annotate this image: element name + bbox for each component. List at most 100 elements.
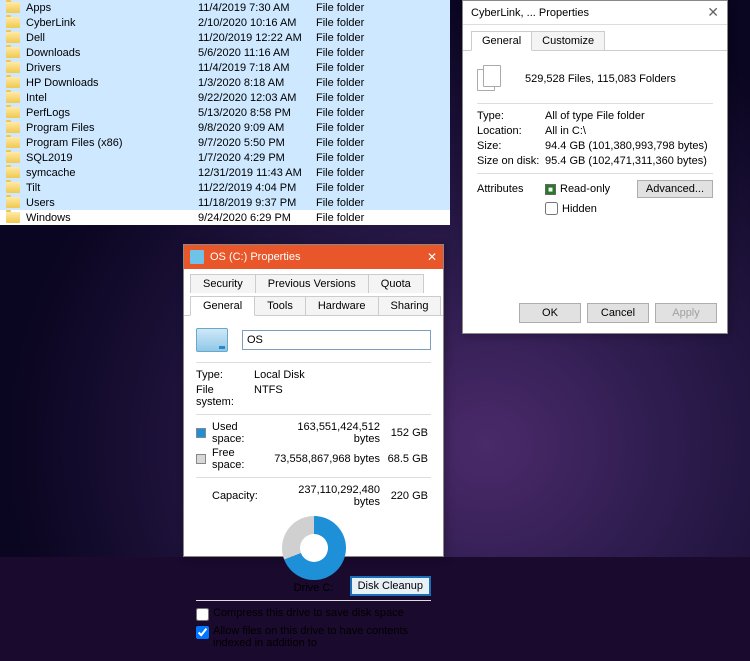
usage-pie-chart (282, 516, 346, 580)
file-name: Tilt (26, 182, 198, 194)
size-on-disk-value: 95.4 GB (102,471,311,360 bytes) (545, 155, 707, 167)
folder-icon (6, 137, 20, 148)
table-row[interactable]: Intel9/22/2020 12:03 AMFile folder (0, 90, 450, 105)
folder-icon (6, 92, 20, 103)
file-date: 11/4/2019 7:30 AM (198, 2, 316, 14)
size-value: 94.4 GB (101,380,993,798 bytes) (545, 140, 708, 152)
attributes-label: Attributes (477, 183, 545, 195)
folder-icon (6, 47, 20, 58)
file-name: Intel (26, 92, 198, 104)
file-name: Program Files (26, 122, 198, 134)
folder-icon (6, 32, 20, 43)
file-type: File folder (316, 32, 450, 44)
used-label: Used space: (212, 421, 270, 445)
file-name: symcache (26, 167, 198, 179)
compress-checkbox[interactable]: Compress this drive to save disk space (196, 607, 431, 621)
file-type: File folder (316, 137, 450, 149)
file-name: Users (26, 197, 198, 209)
tab-general[interactable]: General (190, 296, 255, 316)
table-row[interactable]: SQL20191/7/2020 4:29 PMFile folder (0, 150, 450, 165)
free-label: Free space: (212, 447, 270, 471)
used-swatch (196, 428, 206, 438)
table-row[interactable]: Windows9/24/2020 6:29 PMFile folder (0, 210, 450, 225)
titlebar[interactable]: CyberLink, ... Properties ✕ (463, 1, 727, 25)
file-name: Drivers (26, 62, 198, 74)
folder-icon (6, 212, 20, 223)
close-icon[interactable]: ✕ (427, 250, 437, 264)
size-on-disk-label: Size on disk: (477, 155, 545, 167)
file-type: File folder (316, 197, 450, 209)
fs-label: File system: (196, 384, 254, 408)
table-row[interactable]: Drivers11/4/2019 7:18 AMFile folder (0, 60, 450, 75)
table-row[interactable]: PerfLogs5/13/2020 8:58 PMFile folder (0, 105, 450, 120)
file-date: 11/20/2019 12:22 AM (198, 32, 316, 44)
tab-general[interactable]: General (471, 31, 532, 51)
location-value: All in C:\ (545, 125, 586, 137)
tab-hardware[interactable]: Hardware (305, 296, 379, 315)
close-icon[interactable]: ✕ (707, 4, 719, 21)
folder-icon (6, 152, 20, 163)
file-name: Dell (26, 32, 198, 44)
file-explorer-list[interactable]: Apps11/4/2019 7:30 AMFile folderCyberLin… (0, 0, 450, 225)
ok-button[interactable]: OK (519, 303, 581, 323)
location-label: Location: (477, 125, 545, 137)
folder-properties-dialog: CyberLink, ... Properties ✕ General Cust… (462, 0, 728, 334)
folder-icon (6, 182, 20, 193)
file-type: File folder (316, 107, 450, 119)
hidden-checkbox[interactable]: Hidden (545, 202, 713, 215)
tabs-row-2: General Tools Hardware Sharing (184, 292, 443, 316)
file-name: Windows (26, 212, 198, 224)
file-date: 5/13/2020 8:58 PM (198, 107, 316, 119)
tab-previous-versions[interactable]: Previous Versions (255, 274, 369, 293)
type-value: Local Disk (254, 369, 305, 381)
folder-icon (6, 197, 20, 208)
advanced-button[interactable]: Advanced... (637, 180, 713, 198)
table-row[interactable]: Program Files9/8/2020 9:09 AMFile folder (0, 120, 450, 135)
file-type: File folder (316, 17, 450, 29)
table-row[interactable]: CyberLink2/10/2020 10:16 AMFile folder (0, 15, 450, 30)
file-name: Program Files (x86) (26, 137, 198, 149)
titlebar[interactable]: OS (C:) Properties ✕ (184, 245, 443, 269)
drive-icon (196, 328, 228, 352)
index-checkbox[interactable]: Allow files on this drive to have conten… (196, 625, 431, 649)
tab-customize[interactable]: Customize (531, 31, 605, 50)
type-value: All of type File folder (545, 110, 645, 122)
file-date: 1/3/2020 8:18 AM (198, 77, 316, 89)
drive-properties-dialog: OS (C:) Properties ✕ Security Previous V… (183, 244, 444, 557)
table-row[interactable]: HP Downloads1/3/2020 8:18 AMFile folder (0, 75, 450, 90)
table-row[interactable]: Tilt11/22/2019 4:04 PMFile folder (0, 180, 450, 195)
file-name: HP Downloads (26, 77, 198, 89)
tab-security[interactable]: Security (190, 274, 256, 293)
cap-label: Capacity: (212, 490, 270, 502)
type-label: Type: (477, 110, 545, 122)
table-row[interactable]: Users11/18/2019 9:37 PMFile folder (0, 195, 450, 210)
file-type: File folder (316, 92, 450, 104)
file-type: File folder (316, 47, 450, 59)
file-date: 11/18/2019 9:37 PM (198, 197, 316, 209)
file-date: 11/22/2019 4:04 PM (198, 182, 316, 194)
tab-tools[interactable]: Tools (254, 296, 306, 315)
file-type: File folder (316, 167, 450, 179)
table-row[interactable]: Program Files (x86)9/7/2020 5:50 PMFile … (0, 135, 450, 150)
readonly-checkbox[interactable]: ■ (545, 184, 556, 195)
apply-button[interactable]: Apply (655, 303, 717, 323)
folder-icon (6, 2, 20, 13)
disk-cleanup-button[interactable]: Disk Cleanup (350, 576, 431, 596)
file-date: 12/31/2019 11:43 AM (198, 167, 316, 179)
file-date: 9/24/2020 6:29 PM (198, 212, 316, 224)
cap-gb: 220 GB (380, 490, 428, 502)
file-name: Apps (26, 2, 198, 14)
tab-quota[interactable]: Quota (368, 274, 424, 293)
cancel-button[interactable]: Cancel (587, 303, 649, 323)
table-row[interactable]: Apps11/4/2019 7:30 AMFile folder (0, 0, 450, 15)
tab-sharing[interactable]: Sharing (378, 296, 442, 315)
file-date: 11/4/2019 7:18 AM (198, 62, 316, 74)
drive-name-input[interactable] (242, 330, 431, 350)
table-row[interactable]: Downloads5/6/2020 11:16 AMFile folder (0, 45, 450, 60)
table-row[interactable]: Dell11/20/2019 12:22 AMFile folder (0, 30, 450, 45)
file-type: File folder (316, 122, 450, 134)
dialog-title: OS (C:) Properties (210, 251, 427, 263)
file-name: CyberLink (26, 17, 198, 29)
type-label: Type: (196, 369, 254, 381)
table-row[interactable]: symcache12/31/2019 11:43 AMFile folder (0, 165, 450, 180)
